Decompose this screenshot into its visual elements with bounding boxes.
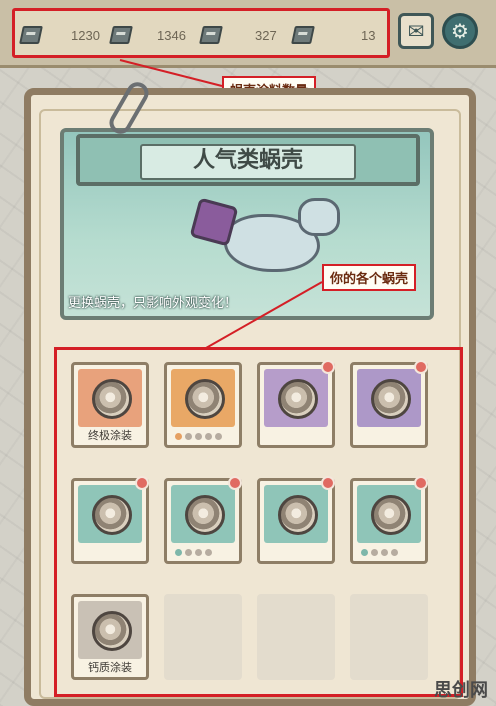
snail-shell-icon [371,379,411,419]
shell-art [171,369,235,427]
shell-art [264,369,328,427]
upgrade-dot [185,549,192,556]
watermark: 思创网 [434,680,488,701]
empty-shell-slot [257,594,335,680]
upgrade-dots [175,433,222,440]
snail-shell-icon [278,379,318,419]
shell-art [357,485,421,543]
empty-shell-slot [350,594,428,680]
shell-art [78,369,142,427]
shell-art [78,485,142,543]
upgrade-dot [175,433,182,440]
new-badge [228,476,242,490]
upgrade-dot [195,433,202,440]
snail-shell-icon [278,495,318,535]
upgrade-dot [195,549,202,556]
snail-shell-icon [371,495,411,535]
shell-label: 终极涂装 [88,429,132,442]
new-badge [135,476,149,490]
snail-shell-icon [185,379,225,419]
your-shells-arrow [205,281,323,349]
upgrade-dot [175,549,182,556]
paint-count-arrow [119,59,223,87]
upgrade-dot [371,549,378,556]
new-badge [321,360,335,374]
shell-card[interactable] [257,360,335,448]
shell-art [171,485,235,543]
shell-card[interactable] [257,476,335,564]
upgrade-dot [391,549,398,556]
upgrade-dot [205,549,212,556]
shell-art [357,369,421,427]
shell-grid: 终极涂装 钙质涂装 [54,347,463,697]
empty-shell-slot [164,594,242,680]
snail-shell-icon [92,611,132,651]
shell-label: 钙质涂装 [88,661,132,674]
new-badge [414,476,428,490]
shell-art [264,485,328,543]
shell-art [78,601,142,659]
shell-card[interactable] [164,476,242,564]
snail-shell-icon [185,495,225,535]
shell-card[interactable]: 钙质涂装 [71,594,149,680]
shell-card[interactable] [71,476,149,564]
upgrade-dot [185,433,192,440]
snail-shell-icon [92,379,132,419]
upgrade-dots [175,549,212,556]
snail-shell-icon [92,495,132,535]
upgrade-dot [361,549,368,556]
shell-card[interactable] [350,360,428,448]
shell-card[interactable]: 终极涂装 [71,362,149,448]
upgrade-dot [205,433,212,440]
shell-card[interactable] [350,476,428,564]
upgrade-dot [215,433,222,440]
new-badge [414,360,428,374]
upgrade-dot [381,549,388,556]
shell-card[interactable] [164,362,242,448]
upgrade-dots [361,549,398,556]
new-badge [321,476,335,490]
